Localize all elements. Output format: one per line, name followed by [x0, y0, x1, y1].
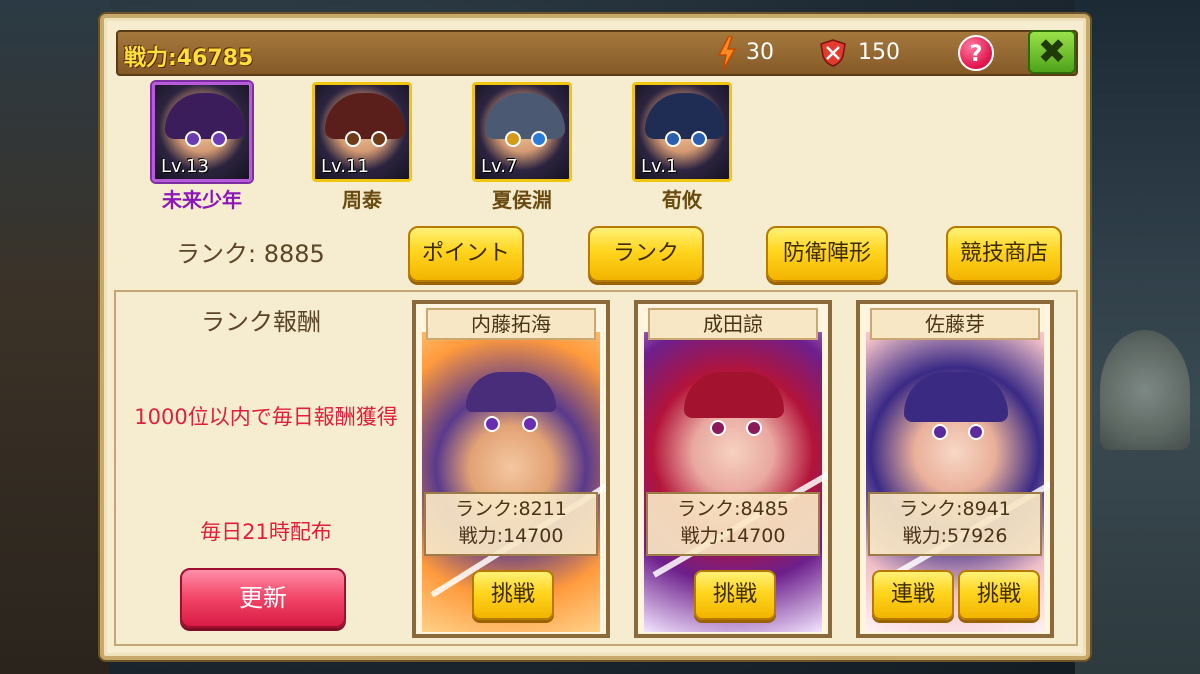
hero-portrait: Lv.1 [632, 82, 732, 182]
reward-title: ランク報酬 [201, 308, 321, 336]
refresh-button[interactable]: 更新 [180, 568, 346, 628]
hero-portrait: Lv.13 [152, 82, 252, 182]
reward-description: 1000位以内で毎日報酬獲得 [134, 405, 398, 429]
tab-rank[interactable]: ランク [588, 226, 704, 282]
header-bar: 戦力:46785 30 150 ? ✖ [116, 30, 1078, 76]
hero-slot-4[interactable]: Lv.1 荀攸 [630, 82, 734, 213]
challenge-button[interactable]: 挑戦 [472, 570, 554, 620]
opponent-power: 戦力:57926 [902, 525, 1008, 547]
tab-points[interactable]: ポイント [408, 226, 524, 282]
hero-portrait: Lv.11 [312, 82, 412, 182]
hero-level: Lv.13 [161, 156, 209, 177]
opponent-name: 内藤拓海 [426, 308, 596, 340]
reward-distribution-time: 毎日21時配布 [200, 520, 332, 544]
challenge-button[interactable]: 挑戦 [694, 570, 776, 620]
hero-name: 荀攸 [662, 188, 702, 212]
opponent-stats: ランク:8211 戦力:14700 [424, 492, 598, 556]
opponent-card-3: 佐藤芽 ランク:8941 戦力:57926 連戦 挑戦 [856, 300, 1054, 638]
hero-level: Lv.7 [481, 156, 518, 177]
opponent-stats: ランク:8485 戦力:14700 [646, 492, 820, 556]
hero-level: Lv.11 [321, 156, 369, 177]
ticket-count: 150 [858, 40, 900, 65]
opponent-stats: ランク:8941 戦力:57926 [868, 492, 1042, 556]
hero-portrait: Lv.7 [472, 82, 572, 182]
hero-name: 周泰 [342, 188, 382, 212]
background-statue [1100, 330, 1190, 450]
hero-slot-1[interactable]: Lv.13 未来少年 [150, 82, 254, 213]
opponent-card-1: 内藤拓海 ランク:8211 戦力:14700 挑戦 [412, 300, 610, 638]
challenge-button[interactable]: 挑戦 [958, 570, 1040, 620]
energy-count: 30 [746, 40, 774, 65]
energy-icon [717, 36, 737, 70]
consecutive-battle-button[interactable]: 連戦 [872, 570, 954, 620]
close-button[interactable]: ✖ [1028, 30, 1076, 74]
tab-defense-formation[interactable]: 防衛陣形 [766, 226, 888, 282]
arena-panel: 戦力:46785 30 150 ? ✖ Lv.13 未来少年 Lv.11 周泰 [100, 14, 1090, 660]
opponent-rank: ランク:8211 [455, 498, 567, 520]
opponent-name: 佐藤芽 [870, 308, 1040, 340]
hero-name: 夏侯淵 [492, 188, 552, 212]
my-rank: ランク: 8885 [176, 240, 325, 268]
opponent-card-2: 成田諒 ランク:8485 戦力:14700 挑戦 [634, 300, 832, 638]
hero-name: 未来少年 [162, 188, 242, 212]
hero-slot-3[interactable]: Lv.7 夏侯淵 [470, 82, 574, 213]
opponent-power: 戦力:14700 [458, 525, 564, 547]
opponent-rank: ランク:8485 [677, 498, 789, 520]
rank-rewards-area: ランク報酬 1000位以内で毎日報酬獲得 毎日21時配布 更新 内藤拓海 ランク… [114, 290, 1078, 646]
opponent-rank: ランク:8941 [899, 498, 1011, 520]
arena-ticket-icon [820, 39, 846, 67]
hero-level: Lv.1 [641, 156, 678, 177]
opponent-power: 戦力:14700 [680, 525, 786, 547]
background-left [0, 0, 110, 674]
total-power: 戦力:46785 [124, 46, 254, 71]
hero-slot-2[interactable]: Lv.11 周泰 [310, 82, 414, 213]
opponent-name: 成田諒 [648, 308, 818, 340]
tab-arena-shop[interactable]: 競技商店 [946, 226, 1062, 282]
help-button[interactable]: ? [958, 35, 994, 71]
